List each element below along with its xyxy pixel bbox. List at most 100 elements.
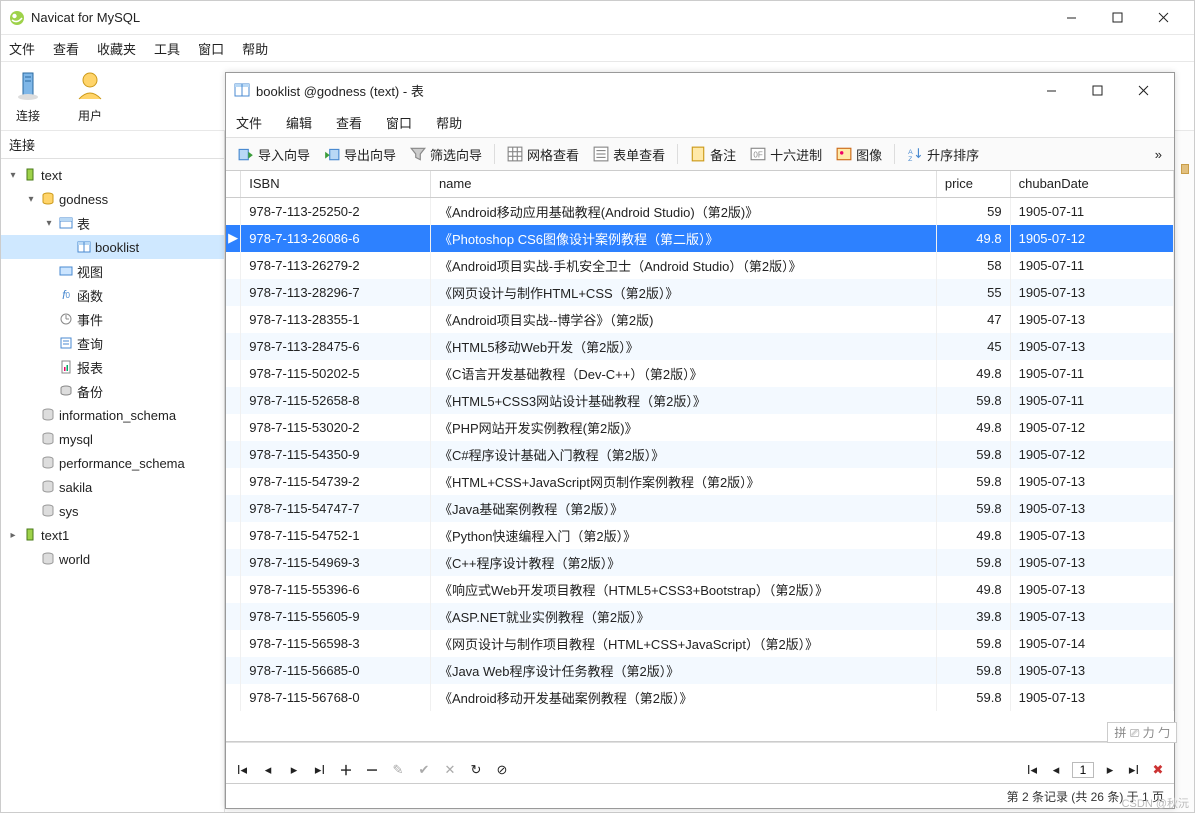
hex-button[interactable]: 0F十六进制 (744, 143, 828, 166)
cell[interactable]: 59 (936, 197, 1010, 225)
sub-menu-edit[interactable]: 编辑 (286, 113, 312, 132)
grid-scroll-gutter[interactable] (226, 742, 1174, 756)
table-row[interactable]: 978-7-115-55605-9《ASP.NET就业实例教程（第2版）》39.… (226, 603, 1174, 630)
table-row[interactable]: 978-7-115-54752-1《Python快速编程入门（第2版）》49.8… (226, 522, 1174, 549)
tree-tables-group[interactable]: ▾ 表 (1, 211, 224, 235)
export-wizard-button[interactable]: 导出向导 (318, 143, 402, 166)
cell[interactable]: 《Python快速编程入门（第2版）》 (430, 522, 936, 549)
table-row[interactable]: 978-7-115-54747-7《Java基础案例教程（第2版）》59.819… (226, 495, 1174, 522)
table-row[interactable]: 978-7-115-54969-3《C++程序设计教程（第2版）》59.8190… (226, 549, 1174, 576)
cell[interactable]: 978-7-115-56685-0 (241, 657, 431, 684)
cell[interactable]: 978-7-113-28475-6 (241, 333, 431, 360)
col-header-isbn[interactable]: ISBN (241, 171, 431, 197)
cell[interactable]: 1905-07-13 (1010, 549, 1173, 576)
tree-connection-text1[interactable]: ▸text1 (1, 523, 224, 547)
cell[interactable]: 《Android项目实战-手机安全卫士（Android Studio）（第2版）… (430, 252, 936, 279)
cell[interactable]: 59.8 (936, 549, 1010, 576)
cell[interactable]: 《HTML5移动Web开发（第2版）》 (430, 333, 936, 360)
cell[interactable]: 39.8 (936, 603, 1010, 630)
table-row[interactable]: 978-7-115-55396-6《响应式Web开发项目教程（HTML5+CSS… (226, 576, 1174, 603)
cell[interactable]: 45 (936, 333, 1010, 360)
cell[interactable]: 《Java Web程序设计任务教程（第2版）》 (430, 657, 936, 684)
nav-prev-button[interactable]: ◂ (260, 762, 276, 778)
chevron-right-icon[interactable]: ▸ (5, 530, 21, 541)
nav-edit-button[interactable]: ✎ (390, 762, 406, 778)
cell[interactable]: 1905-07-11 (1010, 252, 1173, 279)
main-titlebar[interactable]: Navicat for MySQL (1, 1, 1194, 35)
cell[interactable]: 《网页设计与制作项目教程（HTML+CSS+JavaScript）（第2版）》 (430, 630, 936, 657)
chevron-down-icon[interactable]: ▾ (5, 170, 21, 181)
table-row[interactable]: 978-7-113-26279-2《Android项目实战-手机安全卫士（And… (226, 252, 1174, 279)
cell[interactable]: 《Android移动应用基础教程(Android Studio)（第2版)》 (430, 197, 936, 225)
chevron-down-icon[interactable]: ▾ (23, 194, 39, 205)
cell[interactable]: 1905-07-13 (1010, 495, 1173, 522)
table-row[interactable]: 978-7-115-56768-0《Android移动开发基础案例教程（第2版）… (226, 684, 1174, 711)
tree-db-world[interactable]: world (1, 547, 224, 571)
cell[interactable]: 1905-07-13 (1010, 306, 1173, 333)
tree-table-booklist[interactable]: booklist (1, 235, 224, 259)
tree-db-sys[interactable]: sys (1, 499, 224, 523)
tree-item-reports[interactable]: 报表 (1, 355, 224, 379)
filter-wizard-button[interactable]: 筛选向导 (404, 143, 488, 166)
cell[interactable]: 59.8 (936, 468, 1010, 495)
tree-database[interactable]: ▾ godness (1, 187, 224, 211)
cell[interactable]: 978-7-115-54747-7 (241, 495, 431, 522)
cell[interactable]: 978-7-113-28355-1 (241, 306, 431, 333)
cell[interactable]: 49.8 (936, 360, 1010, 387)
cell[interactable]: 978-7-115-53020-2 (241, 414, 431, 441)
sub-menu-view[interactable]: 查看 (336, 113, 362, 132)
more-icon[interactable]: » (1155, 147, 1162, 162)
cell[interactable]: 1905-07-12 (1010, 441, 1173, 468)
table-row[interactable]: 978-7-113-28475-6《HTML5移动Web开发（第2版）》4519… (226, 333, 1174, 360)
cell[interactable]: 《C#程序设计基础入门教程（第2版）》 (430, 441, 936, 468)
cell[interactable]: 59.8 (936, 657, 1010, 684)
cell[interactable]: 49.8 (936, 576, 1010, 603)
tree-db-performance-schema[interactable]: performance_schema (1, 451, 224, 475)
toolbar-user[interactable]: 用户 (73, 69, 107, 124)
sub-close-button[interactable] (1120, 73, 1166, 107)
minimize-button[interactable] (1048, 1, 1094, 34)
cell[interactable]: 1905-07-11 (1010, 387, 1173, 414)
close-button[interactable] (1140, 1, 1186, 34)
nav-add-button[interactable]: ＋ (338, 760, 354, 779)
cell[interactable]: 1905-07-13 (1010, 333, 1173, 360)
cell[interactable]: 1905-07-12 (1010, 414, 1173, 441)
page-prev-button[interactable]: ◂ (1048, 762, 1064, 778)
tree-item-events[interactable]: 事件 (1, 307, 224, 331)
cell[interactable]: 978-7-115-52658-8 (241, 387, 431, 414)
table-row[interactable]: 978-7-115-52658-8《HTML5+CSS3网站设计基础教程（第2版… (226, 387, 1174, 414)
sub-menu-file[interactable]: 文件 (236, 113, 262, 132)
nav-delete-button[interactable]: － (364, 760, 380, 779)
cell[interactable]: 1905-07-13 (1010, 684, 1173, 711)
sort-asc-button[interactable]: AZ升序排序 (901, 143, 985, 166)
cell[interactable]: 《HTML+CSS+JavaScript网页制作案例教程（第2版）》 (430, 468, 936, 495)
tree-db-mysql[interactable]: mysql (1, 427, 224, 451)
table-row[interactable]: 978-7-115-54350-9《C#程序设计基础入门教程（第2版）》59.8… (226, 441, 1174, 468)
cell[interactable]: 55 (936, 279, 1010, 306)
col-header-name[interactable]: name (430, 171, 936, 197)
tree-db-sakila[interactable]: sakila (1, 475, 224, 499)
sub-menu-help[interactable]: 帮助 (436, 113, 462, 132)
tree-connection[interactable]: ▾ text (1, 163, 224, 187)
tree-item-queries[interactable]: 查询 (1, 331, 224, 355)
grid-view-button[interactable]: 网格查看 (501, 143, 585, 166)
nav-next-button[interactable]: ▸ (286, 762, 302, 778)
cell[interactable]: 1905-07-12 (1010, 225, 1173, 252)
cell[interactable]: 58 (936, 252, 1010, 279)
memo-button[interactable]: 备注 (684, 143, 742, 166)
cell[interactable]: 978-7-115-54739-2 (241, 468, 431, 495)
table-row[interactable]: 978-7-115-53020-2《PHP网站开发实例教程(第2版)》49.81… (226, 414, 1174, 441)
col-header-price[interactable]: price (936, 171, 1010, 197)
cell[interactable]: 978-7-115-50202-5 (241, 360, 431, 387)
cell[interactable]: 978-7-113-26086-6 (241, 225, 431, 252)
menu-view[interactable]: 查看 (53, 39, 79, 58)
cell[interactable]: 《C语言开发基础教程（Dev-C++）（第2版）》 (430, 360, 936, 387)
table-row[interactable]: 978-7-115-56685-0《Java Web程序设计任务教程（第2版）》… (226, 657, 1174, 684)
menu-tools[interactable]: 工具 (154, 39, 180, 58)
cell[interactable]: 978-7-115-56768-0 (241, 684, 431, 711)
cell[interactable]: 《ASP.NET就业实例教程（第2版）》 (430, 603, 936, 630)
menu-help[interactable]: 帮助 (242, 39, 268, 58)
col-header-chubandate[interactable]: chubanDate (1010, 171, 1173, 197)
page-input[interactable] (1072, 762, 1094, 778)
menu-favorites[interactable]: 收藏夹 (97, 39, 136, 58)
